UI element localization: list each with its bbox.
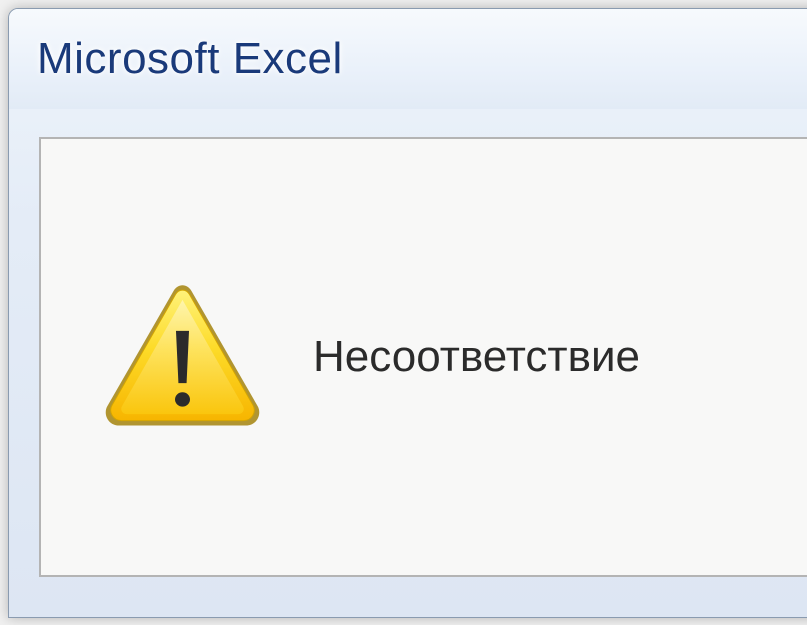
warning-icon [91, 282, 273, 432]
dialog-title: Microsoft Excel [37, 34, 343, 84]
dialog-window: Microsoft Excel [8, 8, 807, 618]
content-panel: Несоответствие [39, 137, 807, 577]
titlebar[interactable]: Microsoft Excel [9, 9, 807, 109]
dialog-message: Несоответствие [313, 332, 640, 382]
